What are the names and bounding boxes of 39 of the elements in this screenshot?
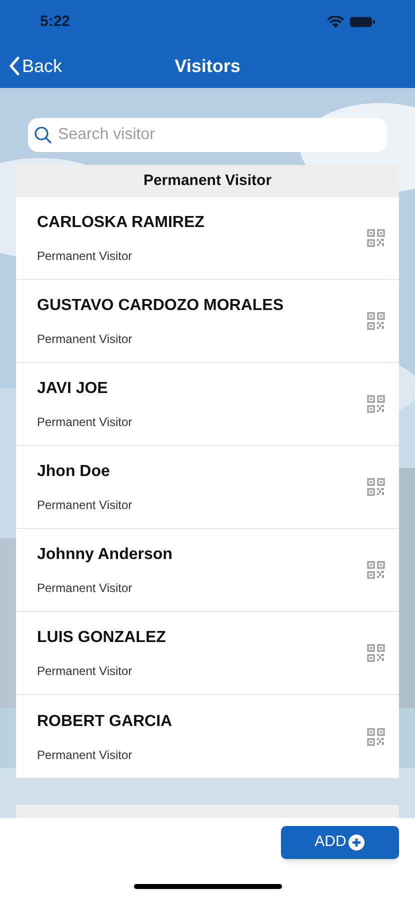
visitor-row[interactable]: GUSTAVO CARDOZO MORALES Permanent Visitor [16,280,399,363]
visitor-row[interactable]: CARLOSKA RAMIREZ Permanent Visitor [16,197,399,280]
visitor-row[interactable]: Johnny Anderson Permanent Visitor [16,529,399,612]
visitor-row[interactable]: ROBERT GARCIA Permanent Visitor [16,695,399,778]
back-button[interactable]: Back [8,52,62,80]
visitor-type: Permanent Visitor [37,248,134,265]
chevron-left-icon [8,56,20,76]
section-title: Permanent Visitor [143,170,272,191]
add-button[interactable]: ADD [281,826,399,859]
visitor-type: Permanent Visitor [37,663,134,680]
visitor-name: CARLOSKA RAMIREZ [37,213,206,233]
qr-code-icon[interactable] [367,312,385,330]
plus-circle-icon [348,834,366,851]
qr-code-icon[interactable] [367,395,385,413]
visitor-name: Jhon Doe [37,462,111,482]
visitor-name: LUIS GONZALEZ [37,628,167,648]
search-icon [34,126,52,144]
visitor-row[interactable]: LUIS GONZALEZ Permanent Visitor [16,612,399,695]
visitor-type: Permanent Visitor [37,414,134,431]
visitor-name: ROBERT GARCIA [37,712,174,732]
screen-title: Visitors [174,54,240,78]
visitor-type: Permanent Visitor [37,497,134,514]
visitor-type: Permanent Visitor [37,746,134,764]
qr-code-icon[interactable] [367,229,385,247]
visitor-row[interactable]: JAVI JOE Permanent Visitor [16,363,399,446]
search-field[interactable]: Search visitor [28,118,387,152]
visitor-name: Johnny Anderson [37,545,174,565]
qr-code-icon[interactable] [367,478,385,496]
status-time: 5:22 [40,12,70,32]
battery-icon [350,16,375,28]
qr-code-icon[interactable] [367,728,385,746]
visitor-name: JAVI JOE [37,379,109,399]
qr-code-icon[interactable] [367,561,385,579]
wifi-icon [327,16,344,28]
visitor-row[interactable]: Jhon Doe Permanent Visitor [16,446,399,529]
visitor-type: Permanent Visitor [37,580,134,597]
visitor-type: Permanent Visitor [37,331,134,348]
visitor-name: GUSTAVO CARDOZO MORALES [37,296,285,316]
qr-code-icon[interactable] [367,644,385,662]
